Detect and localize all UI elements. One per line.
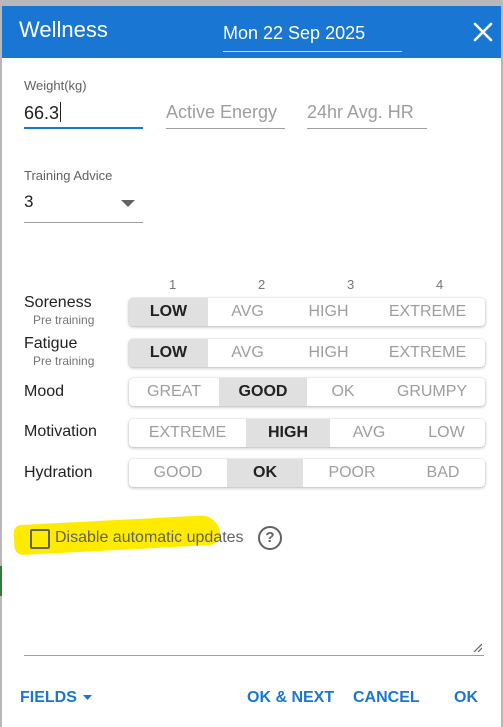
question-mark-circle-icon[interactable]: ? [258, 526, 282, 550]
ok-button[interactable]: OK [454, 689, 478, 707]
dropdown-arrow-icon [121, 200, 135, 207]
mood-option-good[interactable]: GOOD [219, 378, 307, 406]
wellness-dialog: Wellness Mon 22 Sep 2025 Weight(kg) 66.3… [2, 6, 501, 727]
active-energy-underline [166, 128, 285, 129]
training-advice-select[interactable]: Training Advice 3 [24, 168, 143, 223]
motivation-option-extreme[interactable]: EXTREME [129, 419, 246, 447]
fields-menu-button[interactable]: FIELDS [20, 689, 93, 707]
soreness-option-extreme[interactable]: EXTREME [370, 298, 485, 326]
mood-option-ok[interactable]: OK [307, 378, 379, 406]
motivation-option-low[interactable]: LOW [408, 419, 485, 447]
avg-hr-underline [307, 128, 427, 129]
hydration-option-ok[interactable]: OK [227, 459, 303, 487]
disable-updates-checkbox[interactable] [30, 529, 50, 549]
scale-number-3: 3 [347, 277, 355, 292]
hydration-toggle-group: GOOD OK POOR BAD [129, 459, 485, 487]
dialog-header: Wellness Mon 22 Sep 2025 [2, 6, 501, 58]
notes-textarea[interactable] [24, 566, 484, 656]
weight-value: 66.3 [24, 103, 60, 123]
motivation-option-avg[interactable]: AVG [330, 419, 408, 447]
resize-handle-icon[interactable] [472, 642, 482, 652]
hydration-option-good[interactable]: GOOD [129, 459, 227, 487]
mood-toggle-group: GREAT GOOD OK GRUMPY [129, 378, 485, 406]
date-picker[interactable]: Mon 22 Sep 2025 [223, 20, 402, 52]
training-advice-value: 3 [24, 192, 34, 211]
cancel-button[interactable]: CANCEL [353, 689, 420, 707]
motivation-option-high[interactable]: HIGH [246, 419, 330, 447]
soreness-label: Soreness [24, 294, 92, 311]
fatigue-option-high[interactable]: HIGH [287, 339, 370, 367]
active-energy-field[interactable]: Active Energy [166, 96, 285, 129]
training-advice-underline [24, 222, 143, 223]
background-strip [0, 566, 2, 596]
scale-number-1: 1 [169, 277, 177, 292]
soreness-option-low[interactable]: LOW [129, 298, 208, 326]
avg-hr-field[interactable]: 24hr Avg. HR [307, 96, 427, 129]
motivation-label: Motivation [24, 423, 97, 440]
close-icon[interactable] [471, 20, 495, 44]
mood-option-great[interactable]: GREAT [129, 378, 219, 406]
avg-hr-placeholder: 24hr Avg. HR [307, 102, 414, 122]
caret-down-icon [83, 695, 93, 700]
active-energy-placeholder: Active Energy [166, 102, 278, 122]
notes-underline [24, 655, 484, 656]
weight-label: Weight(kg) [24, 78, 87, 93]
fatigue-sublabel: Pre training [33, 354, 95, 368]
disable-updates-label[interactable]: Disable automatic updates [55, 529, 244, 547]
training-advice-label: Training Advice [24, 168, 113, 183]
fatigue-option-low[interactable]: LOW [129, 339, 208, 367]
dialog-title: Wellness [19, 17, 108, 42]
soreness-toggle-group: LOW AVG HIGH EXTREME [129, 298, 485, 326]
hydration-label: Hydration [24, 464, 93, 481]
soreness-option-avg[interactable]: AVG [208, 298, 287, 326]
weight-input[interactable]: 66.3 [24, 102, 62, 124]
weight-field[interactable]: Weight(kg) 66.3 [24, 78, 143, 129]
mood-label: Mood [24, 383, 65, 400]
fields-button-label: FIELDS [20, 689, 77, 706]
mood-option-grumpy[interactable]: GRUMPY [379, 378, 485, 406]
fatigue-option-avg[interactable]: AVG [208, 339, 287, 367]
scale-number-4: 4 [436, 277, 444, 292]
hydration-option-poor[interactable]: POOR [303, 459, 401, 487]
hydration-option-bad[interactable]: BAD [401, 459, 485, 487]
weight-underline [24, 127, 143, 129]
ok-next-button[interactable]: OK & NEXT [247, 689, 334, 707]
soreness-option-high[interactable]: HIGH [287, 298, 370, 326]
text-cursor [60, 102, 62, 122]
date-value: Mon 22 Sep 2025 [223, 23, 366, 43]
motivation-toggle-group: EXTREME HIGH AVG LOW [129, 419, 485, 447]
scale-number-2: 2 [258, 277, 266, 292]
fatigue-option-extreme[interactable]: EXTREME [370, 339, 485, 367]
soreness-sublabel: Pre training [33, 313, 95, 327]
fatigue-label: Fatigue [24, 335, 78, 352]
fatigue-toggle-group: LOW AVG HIGH EXTREME [129, 339, 485, 367]
